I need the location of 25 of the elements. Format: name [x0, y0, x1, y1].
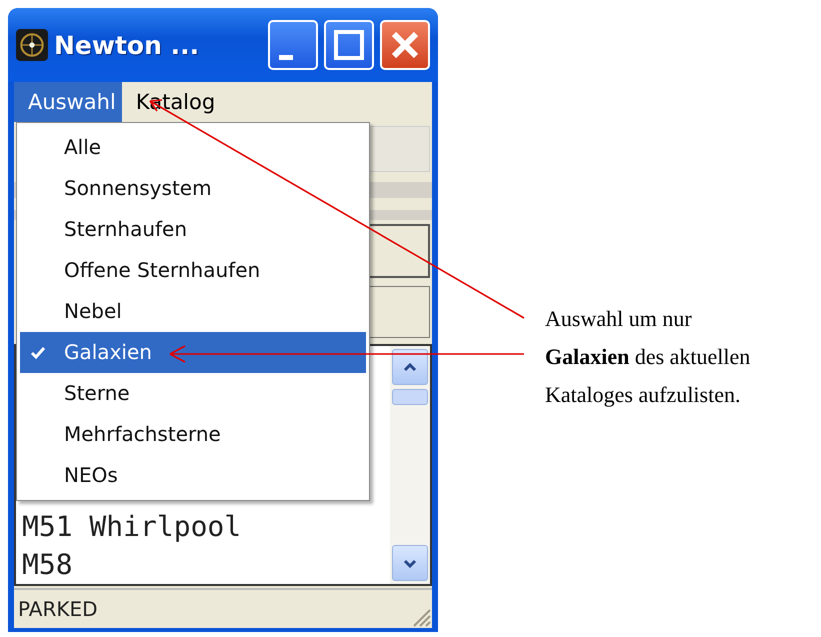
menu-option[interactable]: Galaxien: [20, 332, 366, 373]
menu-item[interactable]: Katalog: [122, 82, 222, 122]
status-text: PARKED: [17, 597, 98, 621]
window-title: Newton ...: [54, 30, 200, 60]
scroll-up-button[interactable]: [392, 349, 428, 385]
minimize-button[interactable]: [268, 20, 318, 70]
menu-option[interactable]: Sterne: [20, 373, 366, 414]
menu-option[interactable]: Nebel: [20, 291, 366, 332]
menu-option[interactable]: NEOs: [20, 455, 366, 496]
scrollbar[interactable]: [390, 346, 430, 584]
list-item[interactable]: M58: [22, 546, 390, 584]
menu-item[interactable]: Auswahl: [14, 82, 122, 122]
menu-option[interactable]: Offene Sternhaufen: [20, 250, 366, 291]
menu-option[interactable]: Alle: [20, 127, 366, 168]
minimize-icon: [279, 55, 293, 60]
telescope-sight-icon: [16, 29, 48, 61]
menu-option[interactable]: Mehrfachsterne: [20, 414, 366, 455]
annotation-text: Auswahl um nur Galaxien des aktuellen Kataloges aufzulisten.: [545, 305, 750, 409]
maximize-button[interactable]: [324, 20, 374, 70]
close-button[interactable]: [380, 20, 430, 70]
list-item[interactable]: M51 Whirlpool: [22, 508, 390, 546]
scroll-down-button[interactable]: [392, 545, 428, 581]
scroll-thumb[interactable]: [392, 389, 428, 405]
menu-option[interactable]: Sonnensystem: [20, 168, 366, 209]
menu-option[interactable]: Sternhaufen: [20, 209, 366, 250]
